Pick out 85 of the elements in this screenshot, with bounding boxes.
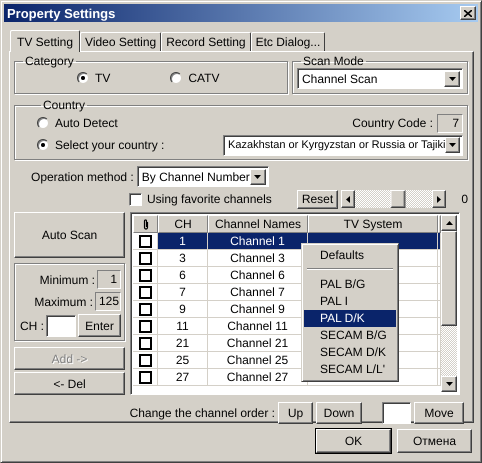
- tab[interactable]: Video Setting: [80, 32, 162, 51]
- dropdown-arrow-icon: [449, 143, 456, 147]
- favorite-channels-checkbox[interactable]: Using favorite channels: [129, 192, 272, 206]
- radio-option[interactable]: CATV: [170, 71, 220, 85]
- group-label: Country: [42, 98, 86, 112]
- close-button[interactable]: [460, 6, 476, 20]
- operation-method-label: Operation method :: [31, 170, 134, 184]
- maximum-label: Maximum :: [34, 294, 93, 308]
- row-checkbox[interactable]: [138, 234, 152, 248]
- radio-button[interactable]: [77, 72, 89, 84]
- radio-option[interactable]: Select your country :: [37, 138, 164, 152]
- maximum-field: 125: [95, 292, 121, 311]
- reset-button[interactable]: Reset: [297, 190, 338, 208]
- table-cell: Channel 6: [230, 268, 285, 282]
- country-dropdown[interactable]: Kazakhstan or Kyrgyzstan or Russia or Tajiki: [223, 134, 463, 156]
- dialog-button[interactable]: Отмена: [397, 429, 472, 453]
- radio-option[interactable]: Auto Detect: [37, 116, 118, 130]
- group-label: Category: [24, 54, 75, 68]
- down-button[interactable]: Down: [316, 402, 362, 424]
- column-header[interactable]: Channel Names: [208, 215, 308, 233]
- up-button[interactable]: Up: [278, 402, 313, 424]
- country-code-label: Country Code :: [352, 116, 433, 130]
- minimum-label: Minimum :: [40, 272, 95, 286]
- row-checkbox[interactable]: [138, 320, 152, 332]
- right-arrow-icon: [437, 196, 441, 202]
- radio-button[interactable]: [170, 72, 182, 84]
- tab[interactable]: Etc Dialog...: [250, 32, 326, 51]
- operation-method-dropdown[interactable]: By Channel Number: [136, 166, 269, 187]
- enter-button[interactable]: Enter: [78, 314, 121, 337]
- table-cell: Channel 7: [230, 285, 285, 299]
- table-cell: 1: [179, 234, 186, 248]
- close-icon: [464, 10, 472, 16]
- radio-button[interactable]: [37, 139, 49, 151]
- radio-option[interactable]: TV: [77, 71, 110, 85]
- column-header[interactable]: [133, 215, 158, 233]
- paperclip-icon: [142, 218, 148, 230]
- ch-label: CH :: [20, 318, 44, 332]
- slider[interactable]: [341, 190, 446, 208]
- side-button[interactable]: <- Del: [14, 372, 125, 395]
- row-checkbox[interactable]: [138, 268, 152, 282]
- group-label: Scan Mode: [302, 54, 365, 68]
- table-cell: Channel 9: [230, 302, 285, 316]
- menu-item[interactable]: Defaults: [304, 247, 396, 264]
- row-checkbox[interactable]: [138, 354, 152, 366]
- column-header[interactable]: CH: [158, 215, 208, 233]
- window-title: Property Settings: [7, 6, 116, 20]
- row-checkbox[interactable]: [138, 336, 152, 350]
- tab[interactable]: Record Setting: [161, 32, 251, 51]
- country-code-field: 7: [437, 114, 463, 132]
- ch-input[interactable]: [46, 314, 76, 336]
- table-cell: Channel 27: [226, 370, 288, 384]
- tab[interactable]: TV Setting: [10, 30, 80, 52]
- table-cell: Channel 11: [227, 319, 288, 333]
- channel-order-label: Change the channel order :: [130, 406, 275, 420]
- table-cell: 9: [179, 302, 186, 316]
- table-cell: 3: [179, 251, 186, 265]
- table-cell: 6: [179, 268, 186, 282]
- row-checkbox[interactable]: [138, 286, 152, 298]
- auto-scan-button[interactable]: Auto Scan: [14, 212, 125, 258]
- table-cell: 11: [176, 319, 189, 333]
- table-cell: 21: [176, 336, 190, 350]
- table-cell: Channel 25: [226, 353, 288, 367]
- table-cell: 27: [176, 370, 190, 384]
- radio-button[interactable]: [37, 117, 49, 129]
- scan-mode-dropdown[interactable]: Channel Scan: [297, 68, 463, 89]
- row-checkbox[interactable]: [138, 302, 152, 316]
- table-cell: 25: [176, 353, 190, 367]
- dropdown-arrow-icon: [448, 76, 456, 80]
- scroll-bar[interactable]: [441, 215, 457, 392]
- table-cell: Channel 21: [226, 336, 288, 350]
- table-cell: Channel 3: [230, 251, 285, 265]
- move-position-input[interactable]: [382, 402, 411, 424]
- table-cell: 7: [179, 285, 186, 299]
- left-arrow-icon: [346, 196, 350, 202]
- slider-value: 0: [460, 192, 468, 206]
- column-header[interactable]: TV System: [308, 215, 438, 233]
- table-cell: Channel 1: [230, 234, 285, 248]
- row-checkbox[interactable]: [138, 252, 152, 264]
- menu-item[interactable]: PAL D/K: [304, 310, 396, 327]
- row-checkbox[interactable]: [138, 370, 152, 384]
- dialog-button[interactable]: OK: [316, 429, 391, 453]
- minimum-field: 1: [97, 270, 121, 289]
- slider-thumb[interactable]: [390, 190, 406, 208]
- move-button[interactable]: Move: [414, 402, 464, 424]
- dropdown-arrow-icon: [254, 174, 262, 178]
